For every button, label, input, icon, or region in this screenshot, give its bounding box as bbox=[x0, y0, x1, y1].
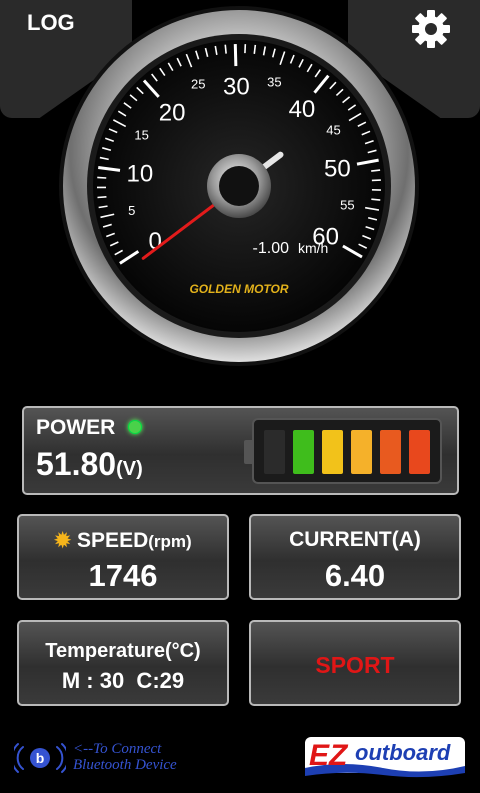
mode-button[interactable]: SPORT bbox=[249, 620, 461, 706]
ezoutboard-logo: EZ outboard bbox=[305, 737, 465, 778]
battery-icon bbox=[244, 418, 442, 484]
gauge-tick bbox=[253, 44, 257, 54]
gauge-minor-label: 5 bbox=[128, 203, 135, 218]
bluetooth-hint-line1: <--To Connect bbox=[73, 741, 162, 757]
gauge-tick bbox=[224, 44, 227, 54]
battery-cell bbox=[409, 430, 430, 474]
gauge-tick bbox=[233, 44, 238, 67]
gauge-tick bbox=[97, 195, 107, 199]
battery-cell bbox=[380, 430, 401, 474]
gauge-tick bbox=[371, 198, 381, 201]
temperature-value: M : 30 C:29 bbox=[61, 668, 185, 693]
speed-label: SPEED bbox=[77, 529, 149, 552]
power-panel: POWER 51.80(V) bbox=[22, 406, 459, 495]
battery-cell bbox=[322, 430, 343, 474]
needle-hub-center bbox=[219, 166, 259, 206]
gauge-major-label: 20 bbox=[159, 99, 186, 126]
temperature-tile: Temperature(°C) M : 30 C:29 bbox=[17, 620, 229, 706]
power-status-indicator bbox=[128, 420, 142, 434]
gauge-tick bbox=[371, 169, 381, 172]
bluetooth-icon[interactable]: b bbox=[14, 742, 66, 774]
gauge-tick bbox=[97, 176, 107, 179]
speed-title: ✹ SPEED(rpm) bbox=[19, 528, 227, 553]
speed-readout-value: -1.00 bbox=[253, 240, 290, 257]
gauge-minor-label: 25 bbox=[191, 77, 205, 92]
battery-cell bbox=[293, 430, 314, 474]
logo-prefix: EZ bbox=[309, 739, 349, 772]
current-tile: CURRENT(A) 6.40 bbox=[249, 514, 461, 600]
speed-value: 1746 bbox=[88, 558, 158, 593]
battery-cell bbox=[351, 430, 372, 474]
gauge-major-label: 50 bbox=[324, 155, 351, 182]
gauge-major-label: 40 bbox=[289, 96, 316, 123]
bluetooth-hint-line2: Bluetooth Device bbox=[73, 757, 177, 773]
gauge-major-label: 30 bbox=[223, 74, 250, 101]
gauge-major-label: 10 bbox=[127, 161, 154, 188]
power-value-group: 51.80(V) bbox=[36, 446, 143, 483]
mode-label: SPORT bbox=[315, 652, 395, 678]
speed-readout-unit: km/h bbox=[298, 240, 328, 256]
logo-text: outboard bbox=[355, 740, 451, 765]
power-value: 51.80 bbox=[36, 446, 117, 482]
current-label: CURRENT(A) bbox=[289, 528, 421, 551]
sun-icon: ✹ bbox=[54, 530, 72, 552]
temperature-label: Temperature(°C) bbox=[45, 640, 201, 662]
speed-unit: (rpm) bbox=[148, 532, 192, 551]
gauge-brand-label: GOLDEN MOTOR bbox=[189, 282, 288, 296]
current-value: 6.40 bbox=[324, 558, 386, 593]
svg-text:b: b bbox=[36, 750, 45, 766]
gauge-minor-label: 55 bbox=[340, 197, 354, 212]
power-unit: (V) bbox=[116, 458, 143, 480]
power-label: POWER bbox=[36, 416, 116, 439]
gauge-minor-label: 45 bbox=[326, 122, 340, 137]
battery-cell bbox=[264, 430, 285, 474]
bluetooth-connect-hint[interactable]: <--To Connect Bluetooth Device bbox=[73, 741, 177, 773]
gauge-minor-label: 35 bbox=[267, 75, 281, 90]
gauge-minor-label: 15 bbox=[134, 127, 148, 142]
speed-tile: ✹ SPEED(rpm) 1746 bbox=[17, 514, 229, 600]
battery-tip bbox=[244, 440, 254, 464]
speedometer-gauge: 010203040506051525 354555 -1.00 km/h GOLD… bbox=[59, 6, 419, 366]
